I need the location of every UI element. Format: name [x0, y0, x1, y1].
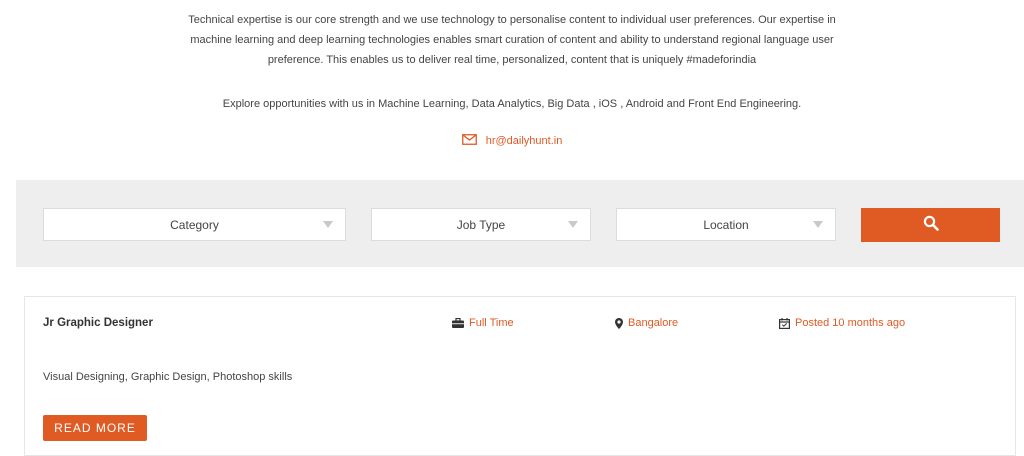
caret-down-icon — [813, 221, 823, 228]
envelope-icon — [461, 134, 477, 148]
location-select-label: Location — [703, 217, 749, 232]
search-icon — [923, 215, 939, 236]
email-link[interactable]: hr@dailyhunt.in — [486, 135, 563, 147]
job-filter-bar: Category Job Type Location — [16, 180, 1024, 267]
intro-paragraph: Technical expertise is our core strength… — [188, 14, 836, 66]
job-location: Bangalore — [615, 317, 678, 329]
caret-down-icon — [323, 221, 333, 228]
search-button[interactable] — [861, 208, 1000, 242]
job-type-label: Full Time — [469, 317, 514, 329]
job-posted: Posted 10 months ago — [779, 317, 905, 329]
map-marker-icon — [615, 317, 623, 329]
caret-down-icon — [568, 221, 578, 228]
job-posted-label: Posted 10 months ago — [795, 317, 906, 329]
job-type-select-label: Job Type — [456, 217, 506, 232]
job-listing-card: Jr Graphic Designer Full Time Bangalore … — [24, 296, 1016, 456]
job-location-label: Bangalore — [628, 317, 679, 329]
opportunities-paragraph: Explore opportunities with us in Machine… — [222, 98, 802, 110]
briefcase-icon — [452, 318, 464, 328]
job-type-select[interactable]: Job Type — [371, 208, 591, 241]
location-select[interactable]: Location — [616, 208, 836, 241]
job-title[interactable]: Jr Graphic Designer — [43, 317, 153, 329]
job-skills: Visual Designing, Graphic Design, Photos… — [43, 371, 293, 383]
category-select[interactable]: Category — [43, 208, 346, 241]
contact-email[interactable]: hr@dailyhunt.in — [0, 134, 1024, 148]
read-more-button[interactable]: READ MORE — [43, 415, 147, 441]
job-type: Full Time — [452, 317, 514, 329]
category-select-label: Category — [170, 217, 219, 232]
calendar-icon — [779, 317, 790, 329]
